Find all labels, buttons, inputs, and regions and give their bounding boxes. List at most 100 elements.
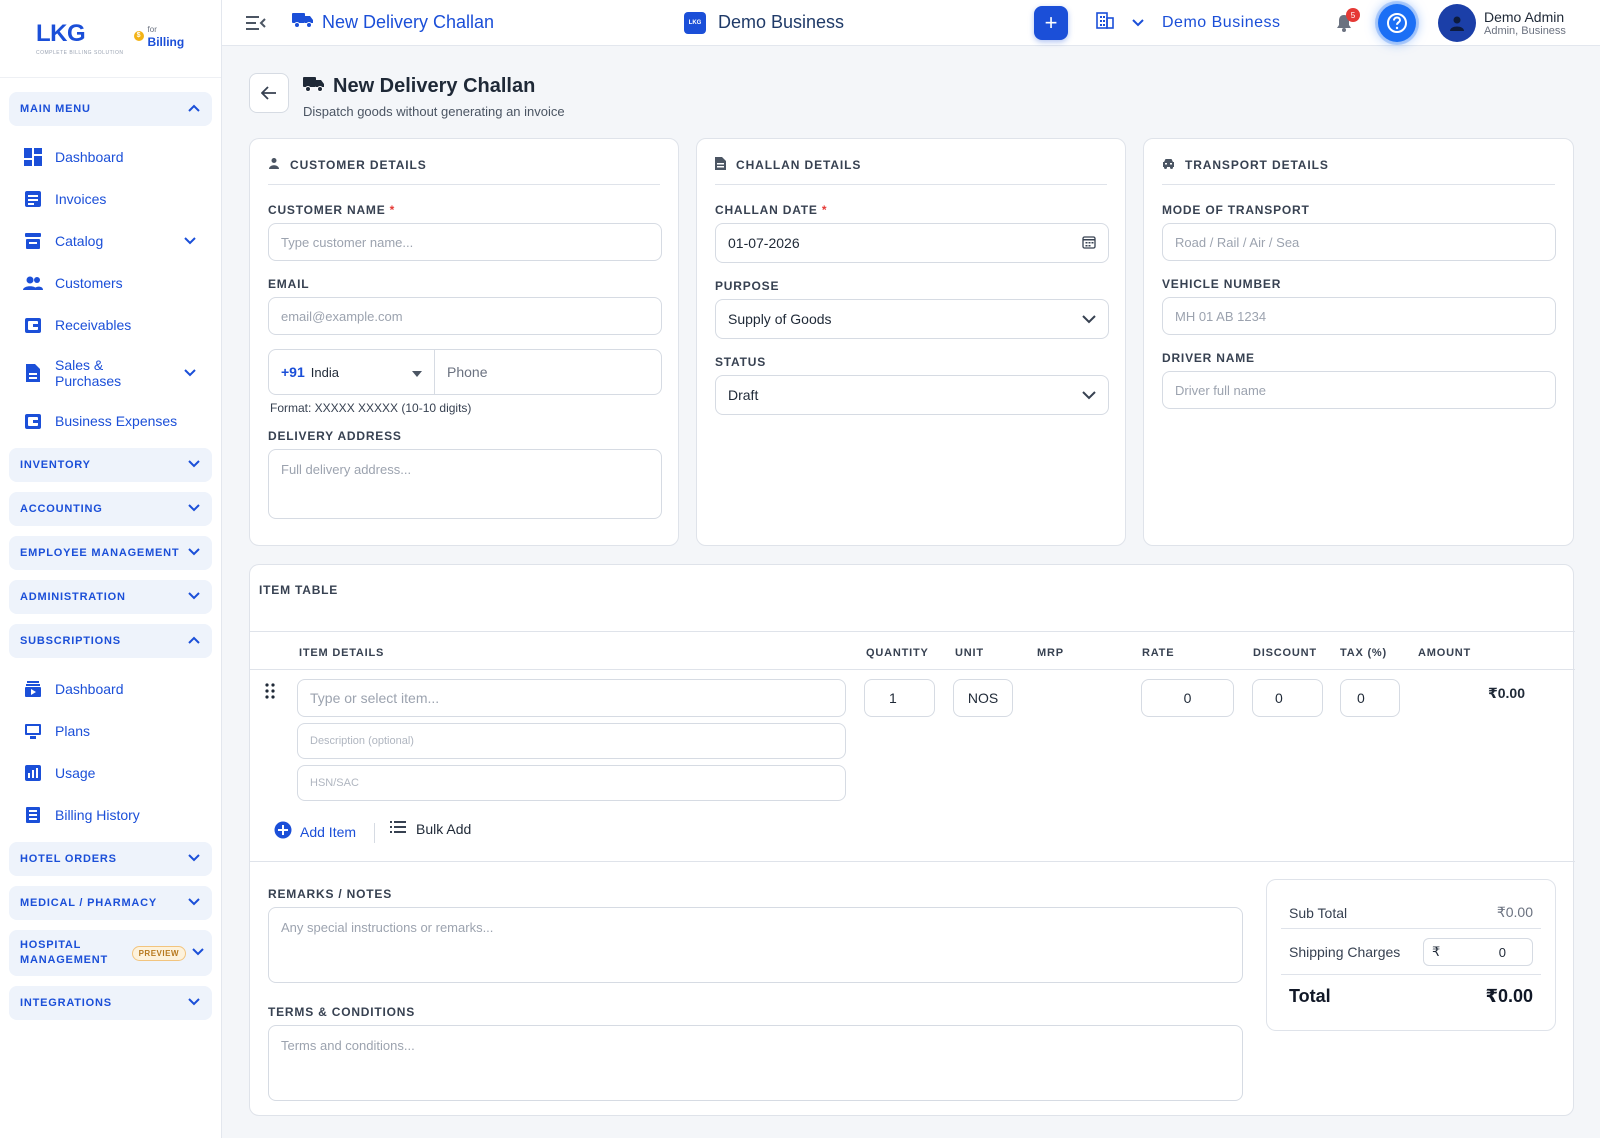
sidebar-item-label: Billing History (55, 807, 140, 823)
business-selector[interactable]: Demo Business (1096, 11, 1281, 34)
chevron-down-icon (192, 947, 204, 959)
page-header: New Delivery Challan Dispatch goods with… (249, 73, 565, 119)
purpose-select[interactable]: Supply of Goods (715, 299, 1109, 339)
vehicle-number-input[interactable]: MH 01 AB 1234 (1162, 297, 1556, 335)
quick-add-button[interactable]: + (1034, 6, 1068, 40)
customer-name-input[interactable]: Type customer name... (268, 223, 662, 261)
nav-group-hospital-management[interactable]: HOSPITAL MANAGEMENT PREVIEW (9, 930, 212, 976)
sidebar-item-invoices[interactable]: Invoices (9, 178, 212, 220)
delivery-address-textarea[interactable]: Full delivery address... (268, 449, 662, 519)
menu-collapse-icon[interactable] (246, 15, 266, 31)
nav-group-employee-management[interactable]: EMPLOYEE MANAGEMENT (9, 536, 212, 570)
quantity-input[interactable]: 1 (864, 679, 935, 717)
sidebar-item-subscription-dashboard[interactable]: Dashboard (9, 668, 212, 710)
coin-icon: $ (133, 30, 144, 41)
avatar (1438, 4, 1476, 42)
sidebar: LKG COMPLETE BILLING SOLUTION $ for Bill… (0, 0, 222, 1138)
rate-input[interactable]: 0 (1141, 679, 1234, 717)
bulk-add-label: Bulk Add (416, 821, 472, 837)
card-heading: CHALLAN DETAILS (715, 139, 1107, 185)
sidebar-item-label: Plans (55, 723, 91, 739)
user-menu[interactable]: Demo Admin Admin, Business (1438, 4, 1566, 42)
person-icon (268, 157, 280, 172)
truck-icon (303, 75, 325, 98)
business-selector-label: Demo Business (1162, 13, 1281, 31)
customer-name-label: CUSTOMER NAME * (268, 203, 396, 217)
column-header: MRP (1037, 647, 1064, 659)
column-header: RATE (1142, 647, 1175, 659)
nav-group-medical-pharmacy[interactable]: MEDICAL / PHARMACY (9, 886, 212, 920)
sidebar-item-sales-purchases[interactable]: Sales & Purchases (9, 346, 212, 400)
sidebar-item-dashboard[interactable]: Dashboard (9, 136, 212, 178)
bulk-add-button[interactable]: Bulk Add (390, 821, 471, 837)
sidebar-item-label: Usage (55, 765, 96, 781)
nav-group-hotel-orders[interactable]: HOTEL ORDERS (9, 842, 212, 876)
item-description-input[interactable]: Description (optional) (297, 723, 846, 759)
mode-of-transport-input[interactable]: Road / Rail / Air / Sea (1162, 223, 1556, 261)
total-label: Total (1289, 986, 1331, 1006)
remarks-textarea[interactable]: Any special instructions or remarks... (268, 907, 1243, 983)
challan-date-input[interactable]: 01-07-2026 (715, 223, 1109, 263)
nav-group-inventory[interactable]: INVENTORY (9, 448, 212, 482)
page-title: New Delivery Challan (303, 75, 565, 98)
country-code-select[interactable]: +91 India (269, 350, 435, 394)
country-name: India (310, 364, 339, 380)
shipping-row: Shipping Charges ₹ 0 (1289, 938, 1533, 966)
sidebar-item-customers[interactable]: Customers (9, 262, 212, 304)
sidebar-item-catalog[interactable]: Catalog (9, 220, 212, 262)
divider (250, 669, 1575, 670)
status-select[interactable]: Draft (715, 375, 1109, 415)
tax-input[interactable]: 0 (1340, 679, 1400, 717)
sidebar-item-label: Customers (55, 275, 123, 291)
nav-group-subscriptions[interactable]: SUBSCRIPTIONS (9, 624, 212, 658)
delivery-address-label: DELIVERY ADDRESS (268, 429, 402, 443)
nav-group-main-menu[interactable]: MAIN MENU (9, 92, 212, 126)
column-header: ITEM DETAILS (299, 647, 385, 659)
driver-name-label: DRIVER NAME (1162, 351, 1255, 365)
phone-input[interactable]: Phone (435, 364, 487, 380)
chevron-down-icon (188, 997, 200, 1009)
remarks-label: REMARKS / NOTES (268, 887, 393, 901)
nav-group-integrations[interactable]: INTEGRATIONS (9, 986, 212, 1020)
help-button[interactable] (1378, 4, 1416, 42)
calendar-icon[interactable] (1082, 235, 1096, 252)
billing-history-icon (23, 805, 43, 825)
sidebar-item-plans[interactable]: Plans (9, 710, 212, 752)
email-label: EMAIL (268, 277, 310, 291)
chevron-down-icon (184, 366, 196, 380)
nav-group-label: MEDICAL / PHARMACY (20, 897, 158, 909)
column-header: AMOUNT (1418, 647, 1472, 659)
back-button[interactable] (249, 73, 289, 113)
nav-group-label: MAIN MENU (20, 103, 91, 115)
nav-group-label: SUBSCRIPTIONS (20, 635, 121, 647)
card-heading-text: CUSTOMER DETAILS (290, 157, 427, 172)
shipping-charges-input[interactable]: ₹ 0 (1423, 938, 1533, 966)
status-label: STATUS (715, 355, 767, 369)
summary-box: Sub Total ₹0.00 Shipping Charges ₹ 0 Tot… (1266, 879, 1556, 1031)
sidebar-item-billing-history[interactable]: Billing History (9, 794, 212, 836)
nav-group-label: INVENTORY (20, 459, 91, 471)
car-icon (1162, 158, 1175, 172)
unit-input[interactable]: NOS (953, 679, 1013, 717)
list-icon (390, 821, 406, 837)
usage-icon (23, 763, 43, 783)
email-field[interactable]: email@example.com (268, 297, 662, 335)
item-select-input[interactable]: Type or select item... (297, 679, 846, 717)
drag-handle-icon[interactable] (265, 683, 275, 704)
sidebar-item-usage[interactable]: Usage (9, 752, 212, 794)
nav-group-accounting[interactable]: ACCOUNTING (9, 492, 212, 526)
hsn-sac-input[interactable]: HSN/SAC (297, 765, 846, 801)
add-item-button[interactable]: Add Item (274, 821, 356, 842)
phone-format-hint: Format: XXXXX XXXXX (10-10 digits) (270, 401, 472, 415)
page-title-text: New Delivery Challan (333, 75, 536, 97)
sidebar-item-business-expenses[interactable]: Business Expenses (9, 400, 212, 442)
sidebar-item-receivables[interactable]: Receivables (9, 304, 212, 346)
add-item-label: Add Item (300, 823, 357, 840)
discount-input[interactable]: 0 (1252, 679, 1323, 717)
terms-textarea[interactable]: Terms and conditions... (268, 1025, 1243, 1101)
driver-name-input[interactable]: Driver full name (1162, 371, 1556, 409)
nav-group-administration[interactable]: ADMINISTRATION (9, 580, 212, 614)
column-header: UNIT (955, 647, 984, 659)
brand-logo[interactable]: LKG COMPLETE BILLING SOLUTION $ for Bill… (0, 0, 221, 78)
help-icon (1387, 13, 1407, 33)
